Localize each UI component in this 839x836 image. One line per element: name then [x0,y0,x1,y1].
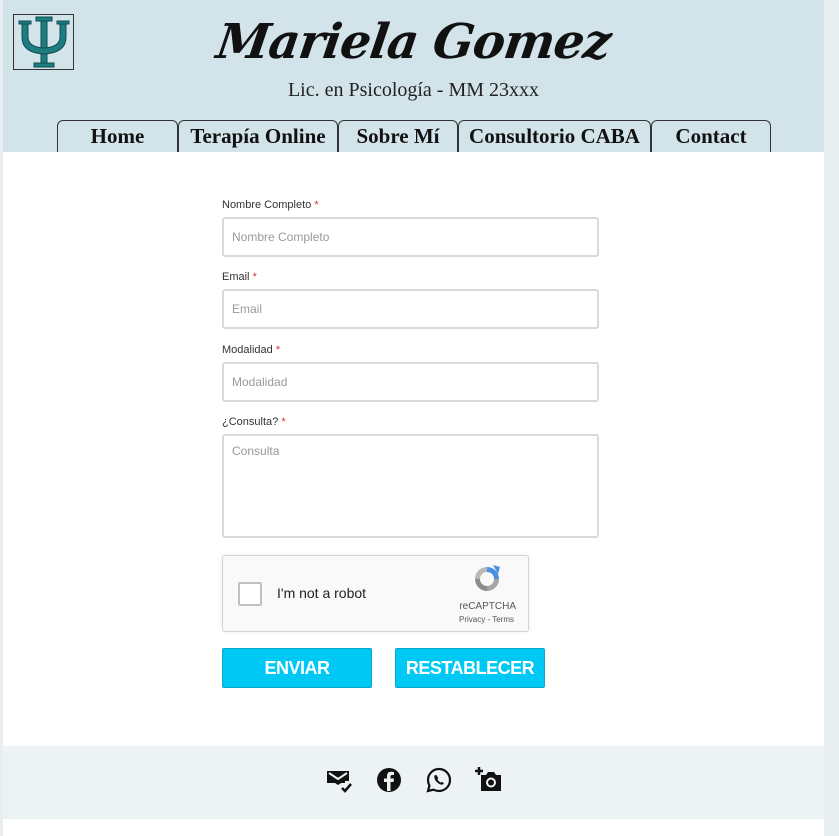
recaptcha-brand: reCAPTCHA [459,601,516,612]
email-input[interactable] [222,289,599,329]
nav-consultorio-caba[interactable]: Consultorio CABA [458,120,651,152]
recaptcha-icon [475,565,500,591]
main-nav: Home Terapía Online Sobre Mí Consultorio… [57,120,771,152]
reset-button[interactable]: RESTABLECER [395,648,545,688]
add-photo-icon[interactable] [475,766,503,794]
modalidad-input[interactable] [222,362,599,402]
site-footer [3,746,824,819]
site-header: Mariela Gomez Lic. en Psicología - MM 23… [3,0,824,152]
nombre-label: Nombre Completo * [222,199,319,211]
recaptcha-checkbox[interactable] [238,582,262,606]
nombre-input[interactable] [222,217,599,257]
whatsapp-icon[interactable] [425,766,453,794]
recaptcha-label: I'm not a robot [277,585,367,601]
consulta-label: ¿Consulta? * [222,416,286,428]
page: Mariela Gomez Lic. en Psicología - MM 23… [3,0,824,836]
facebook-icon[interactable] [375,766,403,794]
brand-subtitle: Lic. en Psicología - MM 23xxx [287,79,540,101]
nav-contact[interactable]: Contact [651,120,771,152]
recaptcha-widget: I'm not a robot reCAPTCHA Privacy - Term… [222,555,529,632]
email-label: Email * [222,271,257,283]
nav-terapia-online[interactable]: Terapía Online [178,120,338,152]
nav-home[interactable]: Home [57,120,178,152]
mail-check-icon[interactable] [325,766,353,794]
brand-name: Mariela Gomez [213,14,614,70]
consulta-textarea[interactable] [222,434,599,538]
submit-button[interactable]: ENVIAR [222,648,372,688]
recaptcha-links[interactable]: Privacy - Terms [459,615,514,624]
nav-sobre-mi[interactable]: Sobre Mí [338,120,458,152]
modalidad-label: Modalidad * [222,344,281,356]
